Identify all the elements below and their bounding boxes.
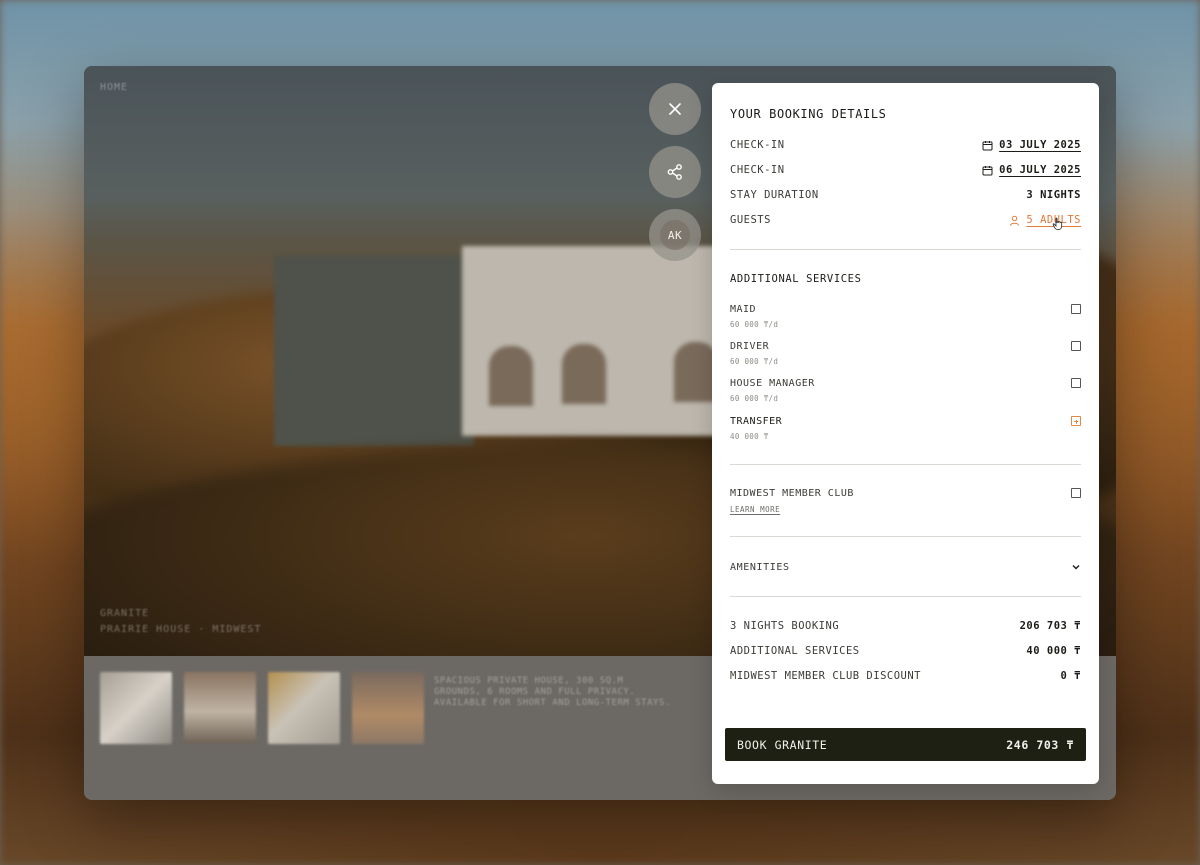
gallery-thumbnail[interactable]	[352, 672, 424, 744]
driver-checkbox[interactable]	[1071, 341, 1081, 351]
checkout-date-picker[interactable]: 06 JULY 2025	[982, 164, 1081, 176]
duration-value: 3 NIGHTS	[1026, 189, 1081, 201]
service-item-house-manager: HOUSE MANAGER 60 000 ₸/d	[730, 378, 1081, 408]
amenities-label: AMENITIES	[730, 561, 790, 573]
divider	[730, 536, 1081, 537]
service-item-transfer: TRANSFER 40 000 ₸	[730, 416, 1081, 446]
duration-label: STAY DURATION	[730, 189, 819, 201]
club-checkbox[interactable]	[1071, 488, 1081, 498]
calendar-icon	[982, 140, 993, 150]
divider	[730, 249, 1081, 250]
service-name: TRANSFER	[730, 416, 783, 427]
hero-caption: GRANITE PRAIRIE HOUSE · MIDWEST	[100, 606, 261, 638]
summary-row: ADDITIONAL SERVICES 40 000 ₸	[730, 643, 1081, 659]
house-shadow-wall	[274, 256, 474, 446]
book-button-label: BOOK GRANITE	[737, 737, 828, 752]
hero-label: HOME	[100, 82, 129, 93]
person-icon	[1010, 215, 1020, 226]
service-price: 60 000 ₸/d	[730, 357, 779, 366]
service-name: HOUSE MANAGER	[730, 378, 815, 389]
learn-more-link[interactable]: LEARN MORE	[730, 505, 780, 514]
calendar-icon	[982, 165, 993, 175]
checkout-date: 06 JULY 2025	[999, 164, 1081, 176]
club-item: MIDWEST MEMBER CLUB	[730, 488, 1081, 518]
service-name: MAID	[730, 304, 757, 315]
hero-caption-title: GRANITE	[100, 608, 150, 619]
close-button[interactable]	[649, 83, 701, 135]
checkout-label: CHECK-IN	[730, 164, 785, 176]
checkin-date-picker[interactable]: 03 JULY 2025	[982, 139, 1081, 151]
summary-value: 40 000 ₸	[1026, 645, 1081, 657]
hand-cursor-icon	[1052, 217, 1063, 230]
service-name: DRIVER	[730, 341, 770, 352]
amenities-toggle[interactable]: AMENITIES	[730, 558, 1081, 576]
checkout-row: CHECK-IN 06 JULY 2025	[730, 162, 1081, 178]
share-button[interactable]	[649, 146, 701, 198]
chevron-down-icon	[1072, 565, 1080, 570]
house-window	[489, 346, 533, 406]
house-facade	[462, 246, 722, 436]
summary-value: 206 703 ₸	[1019, 620, 1081, 632]
gallery-thumbnail[interactable]	[184, 672, 256, 744]
close-icon	[669, 103, 681, 115]
summary-row: 3 NIGHTS BOOKING 206 703 ₸	[730, 618, 1081, 634]
summary-label: 3 NIGHTS BOOKING	[730, 620, 840, 632]
user-avatar-button[interactable]: AK	[649, 209, 701, 261]
house-manager-checkbox[interactable]	[1071, 378, 1081, 388]
summary-label: ADDITIONAL SERVICES	[730, 645, 860, 657]
service-price: 60 000 ₸/d	[730, 394, 779, 403]
avatar: AK	[660, 220, 690, 250]
checkin-label: CHECK-IN	[730, 139, 785, 151]
avatar-initials: AK	[667, 228, 683, 242]
gallery-thumbnail[interactable]	[268, 672, 340, 744]
maid-checkbox[interactable]	[1071, 304, 1081, 314]
summary-row: MIDWEST MEMBER CLUB DISCOUNT 0 ₸	[730, 668, 1081, 684]
gallery-thumbnail[interactable]	[100, 672, 172, 744]
book-button-amount: 246 703 ₸	[1006, 737, 1074, 752]
guests-row: GUESTS 5 ADULTS	[730, 212, 1081, 228]
service-price: 40 000 ₸	[730, 432, 769, 441]
gallery-description: SPACIOUS PRIVATE HOUSE, 300 SQ.M GROUNDS…	[434, 676, 671, 708]
book-button[interactable]: BOOK GRANITE 246 703 ₸	[725, 728, 1086, 761]
divider	[730, 464, 1081, 465]
checkin-date: 03 JULY 2025	[999, 139, 1081, 151]
duration-row: STAY DURATION 3 NIGHTS	[730, 187, 1081, 203]
share-icon	[667, 164, 682, 180]
divider	[730, 596, 1081, 597]
summary-value: 0 ₸	[1060, 670, 1081, 682]
service-price: 60 000 ₸/d	[730, 320, 779, 329]
checkin-row: CHECK-IN 03 JULY 2025	[730, 137, 1081, 153]
house-window	[562, 344, 606, 404]
summary-label: MIDWEST MEMBER CLUB DISCOUNT	[730, 670, 922, 682]
panel-title: YOUR BOOKING DETAILS	[730, 107, 887, 121]
booking-panel: YOUR BOOKING DETAILS CHECK-IN 03 JULY 20…	[712, 83, 1099, 784]
service-item-driver: DRIVER 60 000 ₸/d	[730, 341, 1081, 371]
guests-label: GUESTS	[730, 214, 771, 226]
services-title: ADDITIONAL SERVICES	[730, 273, 862, 285]
club-name: MIDWEST MEMBER CLUB	[730, 488, 854, 499]
service-item-maid: MAID 60 000 ₸/d	[730, 304, 1081, 334]
transfer-checkbox[interactable]	[1071, 416, 1081, 426]
hero-caption-subtitle: PRAIRIE HOUSE · MIDWEST	[100, 624, 262, 635]
guests-selector[interactable]: 5 ADULTS	[1009, 214, 1081, 226]
